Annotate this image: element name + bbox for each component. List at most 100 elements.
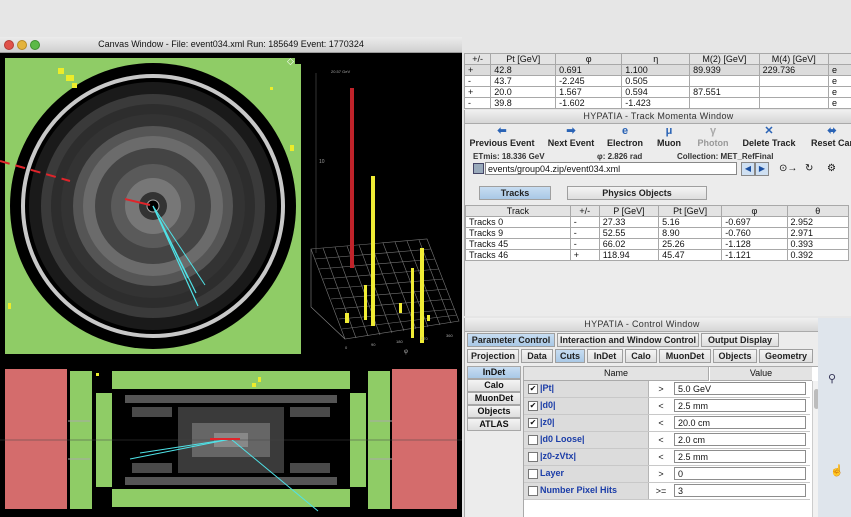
tool-icon[interactable]: ⚲ bbox=[828, 372, 836, 385]
settings-icon[interactable]: ⚙ bbox=[827, 163, 836, 174]
side-tab-calo[interactable]: Calo bbox=[467, 379, 521, 392]
cut-operator[interactable]: > bbox=[650, 466, 672, 482]
column-header[interactable]: θ bbox=[786, 205, 850, 217]
cell: - bbox=[464, 75, 492, 87]
cut-value-field[interactable]: 2.5 mm bbox=[674, 399, 806, 412]
tracks-table[interactable]: Track +/- P [GeV] Pt [GeV] φ θ Tracks 0 … bbox=[465, 205, 850, 261]
cut-row[interactable]: Number Pixel Hits >= 3 bbox=[524, 483, 810, 500]
cut-checkbox[interactable] bbox=[528, 469, 538, 479]
column-header[interactable]: Pt [GeV] bbox=[490, 53, 557, 65]
electron-button[interactable]: e Electron bbox=[605, 124, 645, 152]
cut-operator[interactable]: >= bbox=[650, 483, 672, 499]
tab-output-display[interactable]: Output Display bbox=[701, 333, 779, 347]
column-header[interactable] bbox=[827, 53, 851, 65]
cut-row[interactable]: |d0 Loose| <2.0 cm bbox=[524, 432, 810, 449]
cut-name-cell: |d0 Loose| bbox=[524, 432, 649, 448]
column-header[interactable]: η bbox=[621, 53, 691, 65]
tab-muondet[interactable]: MuonDet bbox=[659, 349, 711, 363]
cell: 42.8 bbox=[490, 64, 557, 76]
arrow-right-icon[interactable]: ▶ bbox=[755, 162, 769, 176]
column-header[interactable]: φ bbox=[555, 53, 623, 65]
cut-operator[interactable]: < bbox=[650, 398, 672, 414]
etmis-label: ETmis: 18.336 GeV bbox=[473, 152, 545, 161]
particles-table[interactable]: +/- Pt [GeV] φ η M(2) [GeV] M(4) [GeV] +… bbox=[464, 53, 851, 109]
cut-row[interactable]: Layer >0 bbox=[524, 466, 810, 483]
cut-operator[interactable]: < bbox=[650, 415, 672, 431]
pointer-tool-icon[interactable]: ⊙→ bbox=[779, 163, 797, 174]
cut-value-field[interactable]: 5.0 GeV bbox=[674, 382, 806, 395]
minimize-icon[interactable] bbox=[17, 40, 27, 50]
cut-value-field[interactable]: 3 bbox=[674, 484, 806, 497]
column-header[interactable]: M(4) [GeV] bbox=[758, 53, 829, 65]
zoom-tool-icon[interactable]: ↻ bbox=[805, 163, 813, 174]
table-row[interactable]: Tracks 46 + 118.94 45.47 -1.121 0.392 bbox=[465, 249, 850, 261]
table-row[interactable]: + 20.0 1.567 0.594 87.551 e bbox=[464, 86, 851, 98]
cut-checkbox[interactable] bbox=[528, 452, 538, 462]
cut-row[interactable]: ✔ |d0| <2.5 mm bbox=[524, 398, 810, 415]
cut-operator[interactable]: > bbox=[650, 381, 672, 397]
muon-button[interactable]: μ Muon bbox=[651, 124, 687, 152]
column-header[interactable]: P [GeV] bbox=[598, 205, 660, 217]
table-row[interactable]: Tracks 0 - 27.33 5.16 -0.697 2.952 bbox=[465, 216, 850, 228]
cut-checkbox[interactable]: ✔ bbox=[528, 401, 538, 411]
table-row[interactable]: - 43.7 -2.245 0.505 e bbox=[464, 75, 851, 87]
side-tab-atlas[interactable]: ATLAS bbox=[467, 418, 521, 431]
column-header[interactable]: φ bbox=[721, 205, 788, 217]
tab-indet[interactable]: InDet bbox=[587, 349, 623, 363]
side-tab-objects[interactable]: Objects bbox=[467, 405, 521, 418]
column-header[interactable]: +/- bbox=[569, 205, 600, 217]
table-row[interactable]: - 39.8 -1.602 -1.423 e bbox=[464, 97, 851, 109]
close-icon[interactable] bbox=[4, 40, 14, 50]
photon-button[interactable]: γ Photon bbox=[693, 124, 733, 152]
delete-track-button[interactable]: ✕ Delete Track bbox=[739, 124, 799, 152]
cut-row[interactable]: |z0-zVtx| <2.5 mm bbox=[524, 449, 810, 466]
cut-checkbox[interactable]: ✔ bbox=[528, 384, 538, 394]
column-header[interactable]: Track bbox=[465, 205, 571, 217]
cut-value-field[interactable]: 2.0 cm bbox=[674, 433, 806, 446]
tab-geometry[interactable]: Geometry bbox=[759, 349, 813, 363]
cut-checkbox[interactable] bbox=[528, 486, 538, 496]
lego-plot[interactable]: 20.57 GeV 10 0 90 180 270 360 φ bbox=[309, 53, 462, 359]
arrow-left-icon[interactable]: ◀ bbox=[741, 162, 755, 176]
zoom-icon[interactable] bbox=[30, 40, 40, 50]
table-row[interactable]: Tracks 9 - 52.55 8.90 -0.760 2.971 bbox=[465, 227, 850, 239]
tab-tracks[interactable]: Tracks bbox=[479, 186, 551, 200]
side-tab-muondet[interactable]: MuonDet bbox=[467, 392, 521, 405]
tab-physics-objects[interactable]: Physics Objects bbox=[567, 186, 707, 200]
cut-name-cell: ✔ |z0| bbox=[524, 415, 649, 431]
cut-value-field[interactable]: 0 bbox=[674, 467, 806, 480]
cut-row[interactable]: ✔ |Pt| >5.0 GeV bbox=[524, 381, 810, 398]
tab-data[interactable]: Data bbox=[521, 349, 553, 363]
tab-calo[interactable]: Calo bbox=[625, 349, 657, 363]
cut-operator[interactable]: < bbox=[650, 432, 672, 448]
cell: 5.16 bbox=[658, 216, 723, 228]
longitudinal-view[interactable] bbox=[0, 363, 462, 517]
tab-parameter-control[interactable]: Parameter Control bbox=[467, 333, 555, 347]
column-header[interactable]: M(2) [GeV] bbox=[689, 53, 760, 65]
cut-operator[interactable]: < bbox=[650, 449, 672, 465]
transverse-view[interactable]: ◇ bbox=[0, 53, 306, 359]
cut-value-field[interactable]: 2.5 mm bbox=[674, 450, 806, 463]
column-header-value[interactable]: Value bbox=[710, 367, 812, 381]
previous-event-button[interactable]: ⬅ Previous Event bbox=[469, 124, 535, 152]
table-row[interactable]: Tracks 45 - 66.02 25.26 -1.128 0.393 bbox=[465, 238, 850, 250]
tab-interaction-window-control[interactable]: Interaction and Window Control bbox=[557, 333, 699, 347]
next-event-button[interactable]: ➡ Next Event bbox=[543, 124, 599, 152]
column-header[interactable]: Pt [GeV] bbox=[658, 205, 723, 217]
reset-button[interactable]: ⬌ Reset Car bbox=[807, 124, 851, 152]
cut-value-field[interactable]: 20.0 cm bbox=[674, 416, 806, 429]
column-header[interactable]: +/- bbox=[464, 53, 492, 65]
cut-row[interactable]: ✔ |z0| <20.0 cm bbox=[524, 415, 810, 432]
table-row[interactable]: + 42.8 0.691 1.100 89.939 229.736 e bbox=[464, 64, 851, 76]
cuts-table[interactable]: Name Value ✔ |Pt| >5.0 GeV ✔ |d0| <2.5 mm ✔ |z0… bbox=[523, 366, 819, 517]
cut-checkbox[interactable] bbox=[528, 435, 538, 445]
file-path-field[interactable]: events/group04.zip/event034.xml bbox=[485, 162, 737, 175]
tab-projection[interactable]: Projection bbox=[467, 349, 519, 363]
cell: - bbox=[569, 238, 600, 250]
tab-cuts[interactable]: Cuts bbox=[555, 349, 585, 363]
side-tab-indet[interactable]: InDet bbox=[467, 366, 521, 379]
save-icon[interactable] bbox=[473, 163, 484, 174]
cut-checkbox[interactable]: ✔ bbox=[528, 418, 538, 428]
tab-objects[interactable]: Objects bbox=[713, 349, 757, 363]
column-header-name[interactable]: Name bbox=[524, 367, 709, 381]
